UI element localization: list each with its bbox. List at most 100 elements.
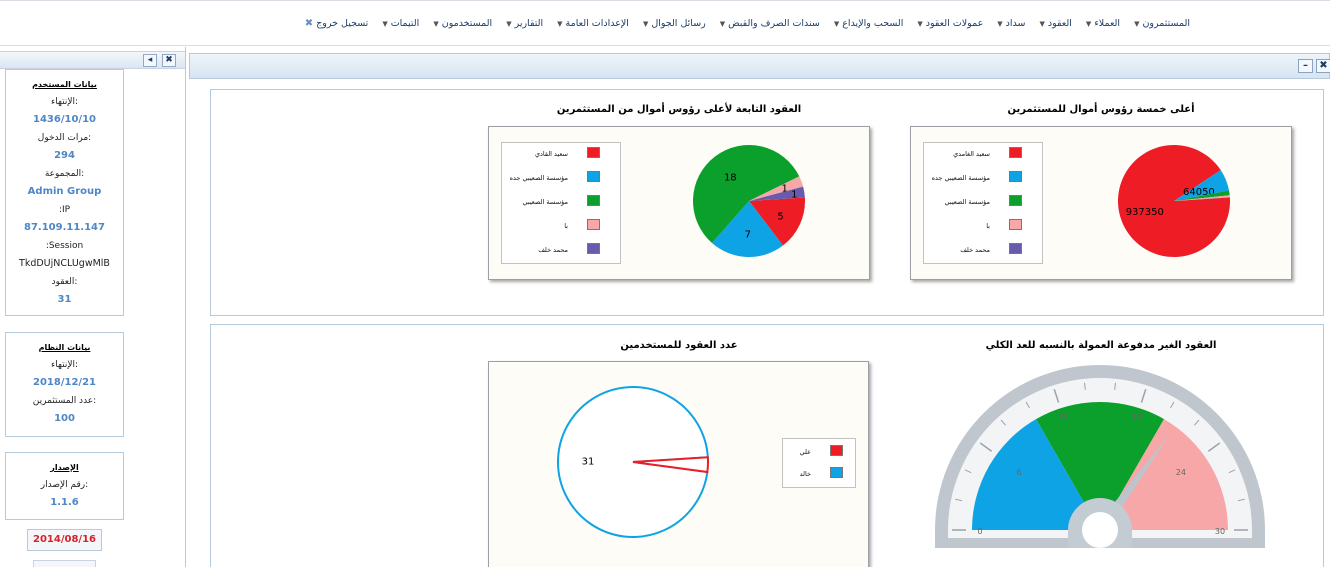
menu-label: رسائل الجوال [651, 18, 706, 29]
minimize-icon: – [1303, 60, 1308, 71]
menu-label: العملاء [1094, 18, 1121, 29]
menu-label: سداد [1005, 18, 1026, 29]
capital-pie-svg: 93735064050 [1118, 144, 1230, 257]
menu-label: التقارير [514, 18, 544, 29]
logout-link[interactable]: تسجيل خروج ✖ [305, 18, 369, 29]
logins-value: 294 [54, 150, 75, 161]
menu-label: سندات الصرف والقبض [728, 18, 820, 29]
minimize-button[interactable]: – [1298, 59, 1313, 73]
legend-swatch [830, 445, 843, 456]
user-info-box: بيانات المستخدم الإنتهاء: 1436/10/10 مرا… [5, 69, 124, 316]
menu-label: السحب والإيداع [842, 18, 904, 29]
caret-down-icon: ▼ [833, 19, 840, 28]
menu-label: العقود [1047, 18, 1072, 29]
caret-down-icon: ▼ [917, 19, 923, 28]
caret-down-icon: ▼ [506, 19, 512, 28]
legend-swatch [1009, 171, 1022, 182]
pie-data-label: 7 [745, 229, 751, 240]
user-expiry-label: الإنتهاء: [50, 97, 79, 107]
capital-chart-title: أعلى خمسة رؤوس أموال للمستثمرين [1007, 104, 1195, 115]
sidebar-header: ✖ ◂ [0, 51, 185, 69]
sidebar-extra-tab[interactable] [33, 560, 96, 567]
menu-label: التيمات [390, 18, 420, 29]
gauge-tick-label: 0 [977, 527, 982, 536]
sidebar-close-button[interactable]: ✖ [162, 54, 176, 67]
caret-down-icon: ▼ [557, 19, 563, 28]
close-icon: ✖ [165, 55, 173, 65]
version-title: الإصدار [50, 463, 79, 472]
ip-label: :IP [58, 205, 71, 215]
legend-label: سعيد القادي [534, 150, 568, 158]
contracts-value: 31 [57, 294, 72, 305]
user-contracts-legend: علي خالد [782, 438, 856, 488]
legend-swatch [587, 147, 600, 158]
menu-investors[interactable]: المستثمرون ▼ [1134, 18, 1190, 29]
close-panel-button[interactable]: ✖ [1316, 59, 1330, 73]
menu-label: المستخدمون [441, 18, 493, 29]
user-contracts-pie-svg: 131 [557, 386, 709, 538]
investors-count-label: عدد المستثمرين: [32, 396, 97, 406]
logins-label: مرات الدخول: [37, 133, 92, 143]
ip-value: 87.109.11.147 [24, 222, 105, 233]
main-menu: المستثمرون ▼ العملاء ▼ العقود ▼ سداد ▼ عمولا… [305, 18, 1190, 29]
sidebar-collapse-button[interactable]: ◂ [143, 54, 157, 67]
main-panel-header: – ✖ [189, 53, 1330, 79]
menu-label: المستثمرون [1142, 18, 1190, 29]
system-expiry-value: 2018/12/21 [33, 377, 96, 388]
contracts-chart-title: العقود التابعة لأعلى رؤوس أموال من المست… [556, 104, 802, 115]
close-icon: ✖ [304, 18, 314, 29]
gauge-tick-label: 6 [1017, 468, 1022, 477]
group-label: المجموعة: [44, 169, 85, 179]
arrow-left-icon: ◂ [147, 55, 153, 65]
session-value: TkdDUjNCLUgwMlB [19, 258, 110, 269]
menu-reports[interactable]: التقارير ▼ [506, 18, 543, 29]
close-icon: ✖ [1319, 60, 1328, 71]
left-sidebar: ✖ ◂ بيانات المستخدم الإنتهاء: 1436/10/10… [0, 47, 186, 567]
legend-swatch [587, 195, 600, 206]
legend-label: محمد خلف [960, 246, 990, 254]
caret-down-icon: ▼ [1134, 19, 1140, 28]
menu-label: عمولات العقود [925, 18, 984, 29]
legend-label: سعيد الغامدي [953, 150, 990, 158]
menu-contracts[interactable]: العقود ▼ [1039, 18, 1071, 29]
menu-themes[interactable]: التيمات ▼ [382, 18, 419, 29]
menu-users[interactable]: المستخدمون ▼ [433, 18, 492, 29]
menu-payments[interactable]: سداد ▼ [997, 18, 1025, 29]
pie-data-label: 31 [582, 456, 595, 467]
caret-down-icon: ▼ [433, 19, 439, 28]
legend-swatch [587, 171, 600, 182]
legend-swatch [587, 243, 600, 254]
pie-data-label: 937350 [1126, 207, 1164, 218]
app-window: المستثمرون ▼ العملاء ▼ العقود ▼ سداد ▼ عمولا… [0, 0, 1330, 567]
legend-label: محمد خلف [538, 246, 568, 254]
gauge-tick-label: 24 [1176, 468, 1186, 477]
caret-down-icon: ▼ [719, 19, 726, 28]
system-info-title: بيانات النظام [38, 343, 91, 352]
menu-settings[interactable]: الإعدادات العامة ▼ [557, 18, 629, 29]
legend-label: مؤسسة الصعيبي جده [931, 174, 990, 182]
menu-sms[interactable]: رسائل الجوال ▼ [643, 18, 706, 29]
contracts-legend: سعيد القادي مؤسسة الصعيبي جده مؤسسة الصع… [501, 142, 621, 264]
caret-down-icon: ▼ [642, 19, 649, 28]
gauge-hub-center [1082, 512, 1118, 548]
menu-vouchers[interactable]: سندات الصرف والقبض ▼ [720, 18, 820, 29]
gauge-chart-title: العقود الغير مدفوعة العمولة بالنسبه للعد… [985, 340, 1217, 351]
legend-swatch [1009, 219, 1022, 230]
menu-clients[interactable]: العملاء ▼ [1086, 18, 1120, 29]
legend-swatch [1009, 195, 1022, 206]
version-info-box: الإصدار رقم الإصدار: 1.1.6 [5, 452, 124, 520]
gauge-tick-label: 18 [1132, 413, 1142, 422]
menu-withdraw-deposit[interactable]: السحب والإيداع ▼ [834, 18, 903, 29]
current-date-badge: 2014/08/16 [27, 529, 102, 551]
legend-label: مؤسسة الصعيبي [944, 198, 990, 206]
legend-label: مؤسسة الصعيبي [522, 198, 568, 206]
legend-label: علي [799, 448, 811, 456]
legend-swatch [587, 219, 600, 230]
group-value: Admin Group [27, 186, 102, 197]
top-menu-bar: المستثمرون ▼ العملاء ▼ العقود ▼ سداد ▼ عمولا… [0, 0, 1330, 46]
system-expiry-label: الإنتهاء: [50, 360, 79, 370]
legend-label: مؤسسة الصعيبي جده [509, 174, 568, 182]
investors-count-value: 100 [54, 413, 75, 424]
gauge-tick-label: 12 [1058, 413, 1068, 422]
menu-commissions[interactable]: عمولات العقود ▼ [917, 18, 983, 29]
